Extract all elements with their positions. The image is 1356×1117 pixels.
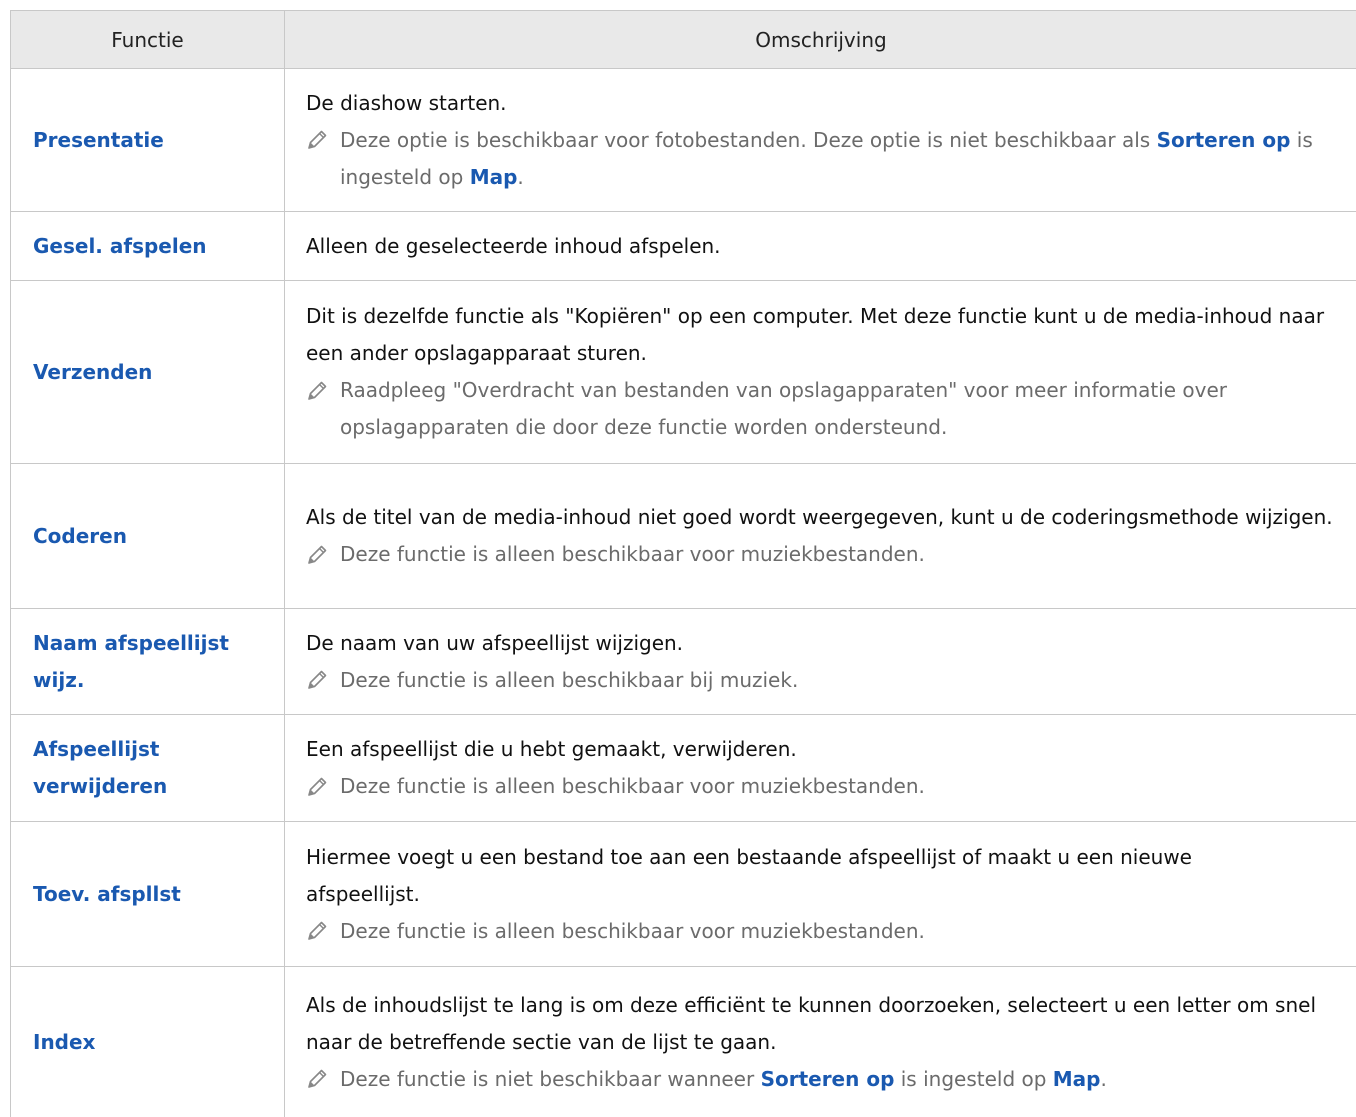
pencil-icon — [306, 122, 340, 159]
function-name[interactable]: Verzenden — [33, 354, 152, 391]
pencil-icon — [306, 768, 340, 805]
note: Deze functie is alleen beschikbaar voor … — [306, 768, 1347, 805]
function-cell: Afspeellijst verwijderen — [11, 715, 285, 821]
description-cell: De diashow starten. Deze optie is beschi… — [285, 69, 1356, 211]
description-text: Als de inhoudslijst te lang is om deze e… — [306, 992, 1317, 1054]
note: Deze functie is alleen beschikbaar voor … — [306, 913, 1347, 950]
function-name[interactable]: Toev. afspllst — [33, 876, 181, 913]
table-row: Gesel. afspelen Alleen de geselecteerde … — [11, 212, 1356, 281]
pencil-icon — [306, 372, 340, 409]
function-name[interactable]: Gesel. afspelen — [33, 228, 207, 265]
note-text: Deze functie is alleen beschikbaar voor … — [340, 542, 925, 566]
table-row: Presentatie De diashow starten. Deze opt… — [11, 69, 1356, 212]
function-cell: Toev. afspllst — [11, 822, 285, 966]
function-cell: Verzenden — [11, 281, 285, 463]
description-text: De diashow starten. — [306, 90, 507, 115]
table-row: Coderen Als de titel van de media-inhoud… — [11, 464, 1356, 609]
pencil-icon — [306, 913, 340, 950]
note: Raadpleeg "Overdracht van bestanden van … — [306, 372, 1347, 446]
table-row: Toev. afspllst Hiermee voegt u een besta… — [11, 822, 1356, 967]
description-cell: Dit is dezelfde functie als "Kopiëren" o… — [285, 281, 1356, 463]
note-text: Deze functie is alleen beschikbaar voor … — [340, 774, 925, 798]
note: Deze functie is niet beschikbaar wanneer… — [306, 1061, 1347, 1098]
function-cell: Naam afspeellijst wijz. — [11, 609, 285, 714]
header-function: Functie — [11, 11, 285, 68]
table-row: Naam afspeellijst wijz. De naam van uw a… — [11, 609, 1356, 715]
pencil-icon — [306, 1061, 340, 1098]
table-row: Verzenden Dit is dezelfde functie als "K… — [11, 281, 1356, 464]
description-cell: Als de titel van de media-inhoud niet go… — [285, 464, 1356, 608]
pencil-icon — [306, 536, 340, 573]
function-name[interactable]: Naam afspeellijst wijz. — [33, 625, 233, 699]
note-text: Deze optie is beschikbaar voor fotobesta… — [340, 127, 1313, 189]
note: Deze functie is alleen beschikbaar voor … — [306, 536, 1347, 573]
function-name[interactable]: Afspeellijst verwijderen — [33, 731, 213, 805]
table-header: Functie Omschrijving — [11, 11, 1356, 69]
description-text: Hiermee voegt u een bestand toe aan een … — [306, 844, 1192, 906]
table-row: Afspeellijst verwijderen Een afspeellijs… — [11, 715, 1356, 822]
note: Deze optie is beschikbaar voor fotobesta… — [306, 122, 1347, 196]
description-cell: Alleen de geselecteerde inhoud afspelen. — [285, 212, 1356, 280]
description-cell: Als de inhoudslijst te lang is om deze e… — [285, 967, 1356, 1117]
description-cell: De naam van uw afspeellijst wijzigen. De… — [285, 609, 1356, 714]
function-name[interactable]: Presentatie — [33, 122, 164, 159]
setting-link-sorteren-op[interactable]: Sorteren op — [761, 1067, 895, 1091]
function-name[interactable]: Index — [33, 1024, 95, 1061]
note-text: Deze functie is alleen beschikbaar voor … — [340, 918, 925, 943]
description-cell: Hiermee voegt u een bestand toe aan een … — [285, 822, 1356, 966]
header-description: Omschrijving — [755, 27, 887, 52]
function-cell: Presentatie — [11, 69, 285, 211]
description-text: De naam van uw afspeellijst wijzigen. — [306, 630, 684, 655]
note-text: Deze functie is alleen beschikbaar bij m… — [340, 667, 799, 692]
function-cell: Gesel. afspelen — [11, 212, 285, 280]
note-text: Raadpleeg "Overdracht van bestanden van … — [340, 378, 1228, 439]
description-text: Dit is dezelfde functie als "Kopiëren" o… — [306, 304, 1325, 365]
note: Deze functie is alleen beschikbaar bij m… — [306, 662, 1347, 699]
description-cell: Een afspeellijst die u hebt gemaakt, ver… — [285, 715, 1356, 821]
description-text: Als de titel van de media-inhoud niet go… — [306, 505, 1333, 529]
function-cell: Coderen — [11, 464, 285, 608]
function-cell: Index — [11, 967, 285, 1117]
description-text: Een afspeellijst die u hebt gemaakt, ver… — [306, 737, 797, 761]
setting-link-map[interactable]: Map — [1053, 1067, 1101, 1091]
description-text: Alleen de geselecteerde inhoud afspelen. — [306, 233, 721, 258]
note-text: Deze functie is niet beschikbaar wanneer… — [340, 1066, 1107, 1091]
table-row: Index Als de inhoudslijst te lang is om … — [11, 967, 1356, 1117]
pencil-icon — [306, 662, 340, 699]
function-table: Functie Omschrijving Presentatie De dias… — [10, 10, 1356, 1117]
setting-link-sorteren-op[interactable]: Sorteren op — [1157, 128, 1291, 152]
setting-link-map[interactable]: Map — [470, 165, 518, 189]
function-name[interactable]: Coderen — [33, 518, 127, 555]
